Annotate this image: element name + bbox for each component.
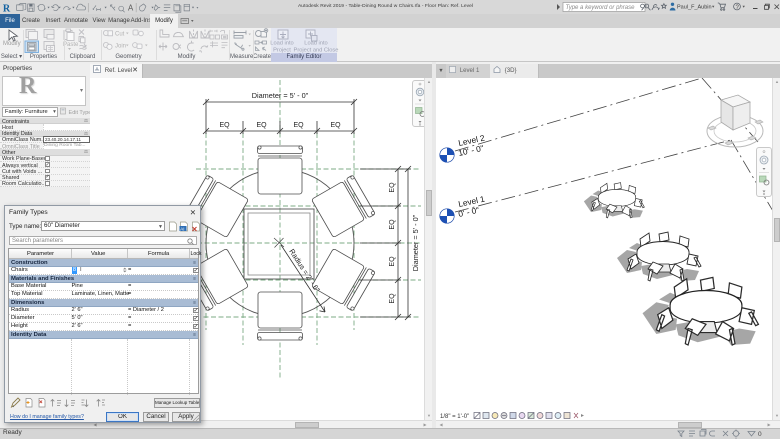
svg-text:EQ: EQ bbox=[330, 122, 341, 129]
svg-text:Paul_F_Aubin: Paul_F_Aubin bbox=[677, 5, 712, 11]
svg-text:Paste: Paste bbox=[63, 42, 79, 48]
svg-text:EQ: EQ bbox=[293, 122, 304, 129]
svg-text:0: 0 bbox=[758, 431, 762, 438]
svg-text:AI: AI bbox=[180, 226, 184, 231]
svg-text:EQ: EQ bbox=[389, 182, 396, 193]
svg-text:A: A bbox=[128, 3, 134, 12]
svg-text:EQ: EQ bbox=[256, 122, 267, 129]
svg-text:R: R bbox=[3, 3, 11, 14]
svg-text:Cut: Cut bbox=[115, 32, 125, 38]
svg-text:EQ: EQ bbox=[219, 122, 230, 129]
svg-text:EQ: EQ bbox=[389, 219, 396, 230]
svg-text:?: ? bbox=[736, 5, 740, 11]
svg-text:Load into: Load into bbox=[270, 41, 293, 47]
svg-text:Join: Join bbox=[115, 44, 126, 50]
svg-text:Diameter = 5' - 0": Diameter = 5' - 0" bbox=[252, 91, 309, 100]
svg-text:EQ: EQ bbox=[389, 256, 396, 267]
svg-text:Load into: Load into bbox=[304, 41, 327, 47]
svg-text:Diameter = 5' - 0": Diameter = 5' - 0" bbox=[411, 214, 420, 271]
svg-text:Type a keyword or phrase: Type a keyword or phrase bbox=[566, 5, 636, 11]
svg-text:Modify: Modify bbox=[3, 41, 21, 47]
svg-text:EQ: EQ bbox=[389, 293, 396, 304]
